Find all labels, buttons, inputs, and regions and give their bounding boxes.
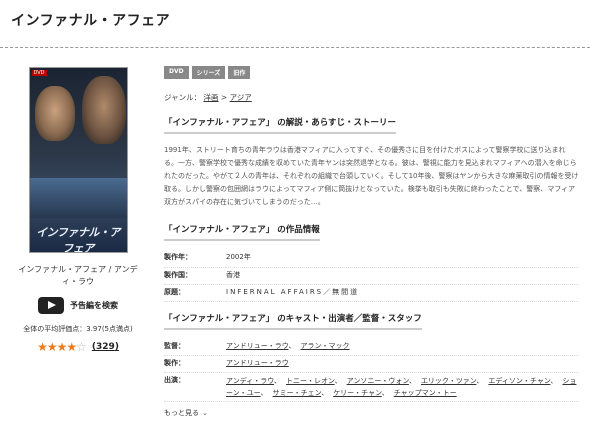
- rating-row: ★★★★☆ (329): [8, 340, 148, 354]
- badge-row: DVD シリーズ 旧作: [164, 66, 582, 79]
- show-more-link[interactable]: もっと見る ⌄: [164, 408, 582, 418]
- info-key: 製作国：: [164, 267, 226, 285]
- detail-main: DVD シリーズ 旧作 ジャンル： 洋画 > アジア 「インファナル・アフェア」…: [164, 66, 582, 418]
- title-divider: [0, 47, 590, 48]
- info-table: 製作年： 2002年 製作国： 香港 原題： INFERNAL AFFAIRS／…: [164, 250, 579, 302]
- person-link[interactable]: トニー・レオン: [286, 377, 335, 385]
- info-value: 香港: [226, 267, 579, 285]
- person-link[interactable]: ケリー・チャン: [333, 389, 382, 397]
- person-link[interactable]: チャップマン・トー: [394, 389, 457, 397]
- cover-caption: インファナル・アフェア / アンディ・ラウ: [18, 265, 138, 286]
- product-sidebar: DVD インファナル・アフェア インファナル・アフェア / アンディ・ラウ 予告…: [8, 62, 148, 354]
- producer-list: アンドリュー・ラウ: [226, 355, 579, 373]
- cast-heading: 「インファナル・アフェア」 のキャスト・出演者／監督・スタッフ: [164, 312, 422, 330]
- genre-link-western[interactable]: 洋画: [204, 93, 219, 102]
- info-value: 2002年: [226, 250, 579, 268]
- person-link[interactable]: アラン・マック: [301, 342, 350, 350]
- info-key: 製作年：: [164, 250, 226, 268]
- table-row: 製作年： 2002年: [164, 250, 579, 268]
- table-row: 原題： INFERNAL AFFAIRS／無間道: [164, 284, 579, 302]
- person-link[interactable]: サミー・チェン: [273, 389, 322, 397]
- story-heading: 「インファナル・アフェア」 の解説・あらすじ・ストーリー: [164, 116, 397, 134]
- star-icon: ☆: [76, 340, 87, 354]
- trailer-search-button[interactable]: 予告編を検索: [8, 297, 148, 314]
- page-title: インファナル・アフェア: [11, 13, 171, 29]
- badge-dvd: DVD: [164, 66, 189, 79]
- genre-breadcrumb: ジャンル： 洋画 > アジア: [164, 93, 252, 102]
- trailer-search-label: 予告編を検索: [70, 301, 118, 310]
- person-link[interactable]: エリック・ツァン: [421, 377, 476, 385]
- person-link[interactable]: アンソニー・ウォン: [347, 377, 409, 385]
- info-value: INFERNAL AFFAIRS／無間道: [226, 284, 579, 302]
- info-heading: 「インファナル・アフェア」 の作品情報: [164, 223, 320, 241]
- table-row: 製作国： 香港: [164, 267, 579, 285]
- review-count-link[interactable]: (329): [92, 342, 119, 352]
- person-link[interactable]: アンディ・ラウ: [226, 377, 274, 385]
- table-row: 監督： アンドリュー・ラウ、 アラン・マック: [164, 338, 579, 356]
- badge-old: 旧作: [228, 66, 251, 79]
- person-link[interactable]: アンドリュー・ラウ: [226, 342, 289, 350]
- cast-table: 監督： アンドリュー・ラウ、 アラン・マック 製作： アンドリュー・ラウ 出演： …: [164, 338, 579, 402]
- cover-title: インファナル・アフェア: [36, 226, 120, 253]
- star-icon: ★: [66, 340, 77, 354]
- star-icon: ★: [37, 340, 48, 354]
- info-key: 原題：: [164, 284, 226, 302]
- dvd-tag: DVD: [31, 70, 47, 76]
- person-link[interactable]: エディソン・チャン: [488, 377, 550, 385]
- person-link[interactable]: アンドリュー・ラウ: [226, 359, 289, 367]
- star-icon: ★: [46, 340, 58, 354]
- average-rating-text: 全体の平均評価点：3.97(5点満点): [23, 325, 133, 333]
- director-list: アンドリュー・ラウ、 アラン・マック: [226, 338, 579, 356]
- cast-label: 出演：: [164, 372, 226, 402]
- dvd-cover-image[interactable]: DVD インファナル・アフェア: [28, 67, 128, 253]
- story-text: 1991年、ストリート育ちの青年ラウは香港マフィアに入ってすぐ、その優秀さに目を…: [164, 146, 579, 206]
- producer-label: 製作：: [164, 355, 226, 373]
- genre-link-asia[interactable]: アジア: [230, 93, 252, 102]
- cast-list: アンディ・ラウ、 トニー・レオン、 アンソニー・ウォン、 エリック・ツァン、 エディソン…: [226, 372, 579, 402]
- table-row: 製作： アンドリュー・ラウ: [164, 355, 579, 373]
- table-row: 出演： アンディ・ラウ、 トニー・レオン、 アンソニー・ウォン、 エリック・ツァン、エ…: [164, 372, 579, 402]
- director-label: 監督：: [164, 338, 226, 356]
- play-icon: [38, 297, 64, 314]
- star-icon: ★: [56, 340, 68, 354]
- badge-series: シリーズ: [191, 66, 226, 79]
- chevron-down-icon: ⌄: [202, 409, 208, 417]
- star-rating: ★★★★☆: [37, 340, 87, 354]
